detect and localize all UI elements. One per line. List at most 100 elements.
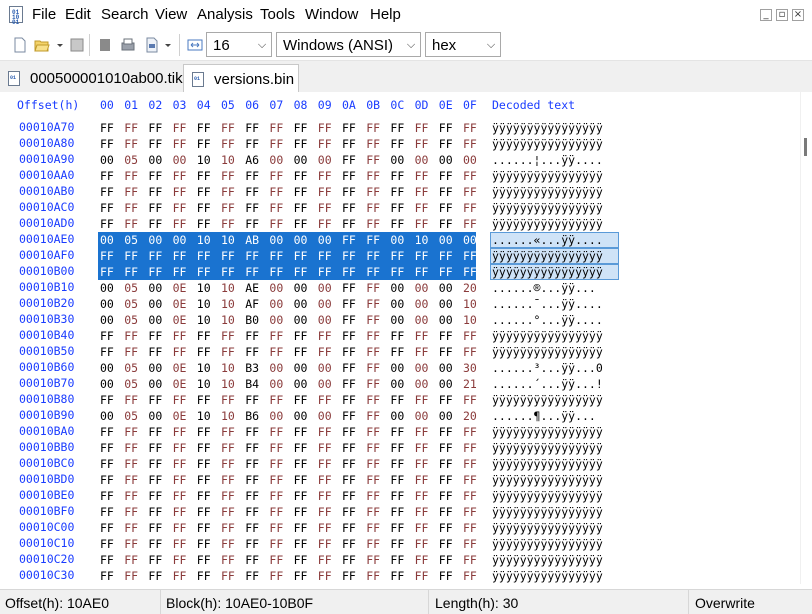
hex-byte[interactable]: FF xyxy=(463,392,487,408)
hex-byte[interactable]: 00 xyxy=(294,408,318,424)
decoded-text[interactable]: ÿÿÿÿÿÿÿÿÿÿÿÿÿÿÿÿ xyxy=(490,520,603,536)
decoded-text[interactable]: ......°...ÿÿ.... xyxy=(490,312,603,328)
hex-byte[interactable]: FF xyxy=(294,184,318,200)
hex-byte[interactable]: FF xyxy=(366,376,390,392)
hex-byte[interactable]: 00 xyxy=(100,232,124,248)
charset-select[interactable]: Windows (ANSI) ⌵ xyxy=(276,32,421,57)
hex-byte[interactable]: FF xyxy=(390,536,414,552)
hex-byte[interactable]: FF xyxy=(463,424,487,440)
hex-byte[interactable]: FF xyxy=(197,536,221,552)
hex-byte[interactable]: FF xyxy=(173,536,197,552)
hex-byte[interactable]: 00 xyxy=(318,376,342,392)
hex-row[interactable]: 00010BC0 FF FF FF FF FF FF FF FF FF FF FF FF FF FF FF FF… xyxy=(0,456,800,472)
decoded-text[interactable]: ÿÿÿÿÿÿÿÿÿÿÿÿÿÿÿÿ xyxy=(490,472,603,488)
hex-byte[interactable]: FF xyxy=(366,408,390,424)
menu-help[interactable]: Help xyxy=(370,6,401,23)
hex-byte[interactable]: FF xyxy=(439,568,463,584)
hex-byte[interactable]: 00 xyxy=(100,376,124,392)
hex-byte[interactable]: FF xyxy=(366,424,390,440)
hex-byte[interactable]: FF xyxy=(148,456,172,472)
hex-byte[interactable]: 00 xyxy=(439,408,463,424)
hex-byte[interactable]: 00 xyxy=(390,232,414,248)
hex-byte[interactable]: FF xyxy=(269,200,293,216)
hex-byte[interactable]: FF xyxy=(342,344,366,360)
hex-byte[interactable]: FF xyxy=(318,120,342,136)
decoded-text[interactable]: ......¯...ÿÿ.... xyxy=(490,296,603,312)
hex-byte[interactable]: FF xyxy=(100,456,124,472)
hex-byte[interactable]: FF xyxy=(221,264,245,280)
hex-byte[interactable]: FF xyxy=(415,488,439,504)
hex-byte[interactable]: FF xyxy=(390,200,414,216)
decoded-text[interactable]: ÿÿÿÿÿÿÿÿÿÿÿÿÿÿÿÿ xyxy=(490,488,603,504)
hex-byte[interactable]: FF xyxy=(124,568,148,584)
hex-byte[interactable]: FF xyxy=(269,456,293,472)
hex-byte[interactable]: 00 xyxy=(439,232,463,248)
hex-byte[interactable]: FF xyxy=(100,216,124,232)
hex-row[interactable]: 00010AE0 00 05 00 00 10 10 AB 00 00 00 FF FF 00 10 00 00… xyxy=(0,232,800,248)
hex-byte[interactable]: 00 xyxy=(318,152,342,168)
hex-byte[interactable]: FF xyxy=(124,120,148,136)
hex-byte[interactable]: FF xyxy=(342,312,366,328)
hex-byte[interactable]: FF xyxy=(221,184,245,200)
hex-byte[interactable]: FF xyxy=(124,168,148,184)
hex-byte[interactable]: 10 xyxy=(197,360,221,376)
hex-row[interactable]: 00010B30 00 05 00 0E 10 10 B0 00 00 00 FF FF 00 00 00 10… xyxy=(0,312,800,328)
hex-byte[interactable]: 00 xyxy=(415,296,439,312)
decoded-text[interactable]: ÿÿÿÿÿÿÿÿÿÿÿÿÿÿÿÿ xyxy=(490,248,603,264)
hex-byte[interactable]: FF xyxy=(221,344,245,360)
hex-byte[interactable]: FF xyxy=(173,472,197,488)
hex-row[interactable]: 00010B60 00 05 00 0E 10 10 B3 00 00 00 FF FF 00 00 00 30… xyxy=(0,360,800,376)
hex-byte[interactable]: FF xyxy=(318,488,342,504)
hex-byte[interactable]: FF xyxy=(100,536,124,552)
hex-byte[interactable]: 00 xyxy=(390,376,414,392)
hex-byte[interactable]: FF xyxy=(366,360,390,376)
hex-byte[interactable]: 10 xyxy=(197,376,221,392)
decoded-text[interactable]: ......³...ÿÿ...0 xyxy=(490,360,603,376)
hex-byte[interactable]: FF xyxy=(294,424,318,440)
hex-byte[interactable]: FF xyxy=(342,328,366,344)
hex-byte[interactable]: 10 xyxy=(221,280,245,296)
hex-byte[interactable]: FF xyxy=(173,184,197,200)
hex-byte[interactable]: FF xyxy=(269,520,293,536)
hex-byte[interactable]: FF xyxy=(342,536,366,552)
hex-byte[interactable]: FF xyxy=(318,216,342,232)
hex-byte[interactable]: FF xyxy=(366,248,390,264)
hex-byte[interactable]: FF xyxy=(100,520,124,536)
hex-byte[interactable]: FF xyxy=(221,456,245,472)
hex-byte[interactable]: FF xyxy=(439,472,463,488)
hex-byte[interactable]: FF xyxy=(245,168,269,184)
hex-byte[interactable]: FF xyxy=(390,440,414,456)
hex-byte[interactable]: FF xyxy=(221,328,245,344)
hex-byte[interactable]: FF xyxy=(124,328,148,344)
hex-byte[interactable]: FF xyxy=(342,424,366,440)
hex-byte[interactable]: FF xyxy=(415,504,439,520)
hex-byte[interactable]: 0E xyxy=(173,408,197,424)
hex-byte[interactable]: 00 xyxy=(173,152,197,168)
hex-byte[interactable]: FF xyxy=(197,456,221,472)
hex-byte[interactable]: 05 xyxy=(124,408,148,424)
hex-byte[interactable]: FF xyxy=(439,520,463,536)
hex-byte[interactable]: FF xyxy=(245,392,269,408)
hex-byte[interactable]: FF xyxy=(245,440,269,456)
hex-byte[interactable]: FF xyxy=(197,424,221,440)
hex-byte[interactable]: FF xyxy=(173,488,197,504)
hex-byte[interactable]: 10 xyxy=(197,408,221,424)
hex-byte[interactable]: 10 xyxy=(463,312,487,328)
hex-byte[interactable]: FF xyxy=(173,552,197,568)
hex-byte[interactable]: B0 xyxy=(245,312,269,328)
hex-byte[interactable]: FF xyxy=(197,216,221,232)
hex-byte[interactable]: FF xyxy=(269,328,293,344)
hex-byte[interactable]: FF xyxy=(439,200,463,216)
hex-byte[interactable]: FF xyxy=(318,136,342,152)
hex-byte[interactable]: FF xyxy=(245,264,269,280)
hex-byte[interactable]: FF xyxy=(342,392,366,408)
hex-byte[interactable]: 00 xyxy=(439,296,463,312)
hex-byte[interactable]: 00 xyxy=(318,312,342,328)
hex-byte[interactable]: 00 xyxy=(294,152,318,168)
hex-byte[interactable]: FF xyxy=(173,424,197,440)
hex-byte[interactable]: FF xyxy=(221,248,245,264)
tab-tik-file[interactable]: 01 000500001010ab00.tik xyxy=(0,64,183,92)
hex-row[interactable]: 00010C00 FF FF FF FF FF FF FF FF FF FF FF FF FF FF FF FF… xyxy=(0,520,800,536)
hex-byte[interactable]: 00 xyxy=(415,408,439,424)
hex-byte[interactable]: FF xyxy=(439,248,463,264)
